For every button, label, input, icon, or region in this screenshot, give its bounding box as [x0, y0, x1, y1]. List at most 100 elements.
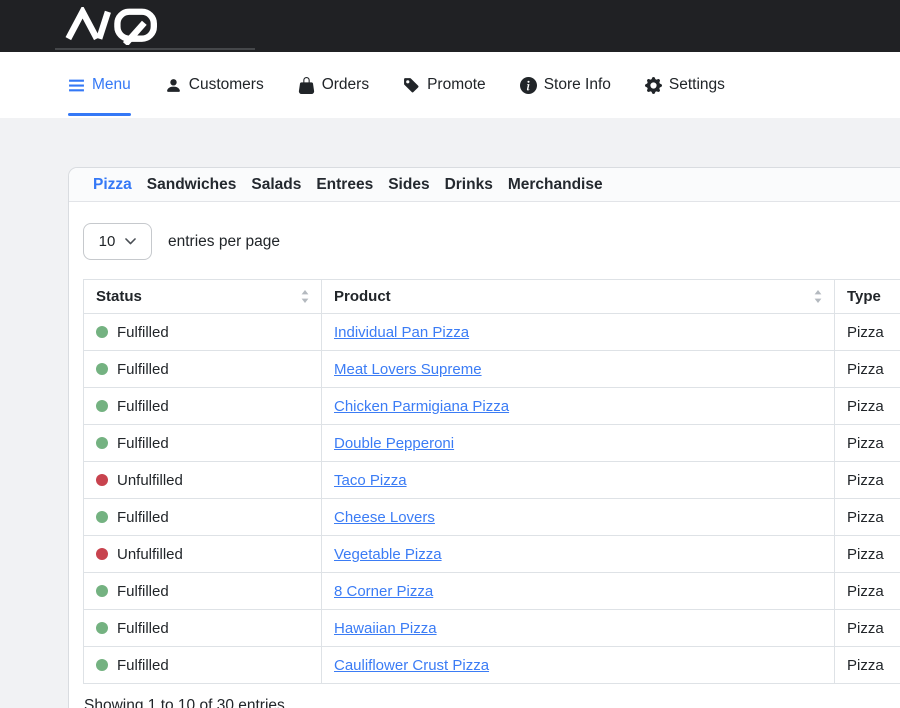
nav-item-settings[interactable]: Settings: [645, 52, 725, 118]
table-row: Fulfilled Cauliflower Crust Pizza Pizza: [84, 647, 900, 684]
tab-drinks[interactable]: Drinks: [445, 176, 493, 194]
type-cell: Pizza: [835, 314, 900, 351]
product-link[interactable]: Cheese Lovers: [334, 509, 435, 526]
status-dot: [96, 659, 108, 671]
product-link[interactable]: Double Pepperoni: [334, 435, 454, 452]
type-cell: Pizza: [835, 573, 900, 610]
gear-icon: [645, 77, 662, 94]
status-label: Fulfilled: [117, 583, 169, 600]
type-cell: Pizza: [835, 536, 900, 573]
column-label: Type: [847, 288, 881, 305]
status-dot: [96, 400, 108, 412]
status-label: Fulfilled: [117, 620, 169, 637]
table-row: Fulfilled Individual Pan Pizza Pizza: [84, 314, 900, 351]
person-icon: [165, 77, 182, 94]
table-row: Fulfilled Hawaiian Pizza Pizza: [84, 610, 900, 647]
tab-pizza[interactable]: Pizza: [93, 176, 132, 194]
product-link[interactable]: Individual Pan Pizza: [334, 324, 469, 341]
entries-summary: Showing 1 to 10 of 30 entries: [84, 697, 900, 708]
entries-per-page-row: 10 entries per page: [83, 223, 900, 260]
type-cell: Pizza: [835, 647, 900, 684]
sort-icon: [301, 290, 309, 303]
type-cell: Pizza: [835, 462, 900, 499]
nav-item-label: Menu: [92, 76, 131, 94]
tab-entrees[interactable]: Entrees: [316, 176, 373, 194]
nav-item-label: Store Info: [544, 76, 611, 94]
tab-salads[interactable]: Salads: [251, 176, 301, 194]
column-label: Status: [96, 288, 142, 305]
nav-item-label: Customers: [189, 76, 264, 94]
product-link[interactable]: Vegetable Pizza: [334, 546, 442, 563]
product-link[interactable]: Meat Lovers Supreme: [334, 361, 482, 378]
product-link[interactable]: Hawaiian Pizza: [334, 620, 437, 637]
status-dot: [96, 363, 108, 375]
page-size-value: 10: [99, 233, 116, 250]
products-table: Status Product Type: [83, 279, 900, 684]
status-label: Unfulfilled: [117, 546, 183, 563]
main-navbar: Menu Customers Orders Promote Store Info…: [0, 52, 900, 118]
top-bar: [0, 0, 900, 52]
column-label: Product: [334, 288, 391, 305]
chevron-down-icon: [125, 238, 136, 245]
product-link[interactable]: Chicken Parmigiana Pizza: [334, 398, 509, 415]
menu-card: Pizza Sandwiches Salads Entrees Sides Dr…: [68, 167, 900, 708]
info-icon: [520, 77, 537, 94]
status-dot: [96, 585, 108, 597]
logo-underline: [55, 48, 255, 50]
tab-sides[interactable]: Sides: [388, 176, 429, 194]
tab-merchandise[interactable]: Merchandise: [508, 176, 603, 194]
category-tab-bar: Pizza Sandwiches Salads Entrees Sides Dr…: [69, 168, 900, 202]
page-size-select[interactable]: 10: [83, 223, 152, 260]
status-dot: [96, 511, 108, 523]
table-row: Fulfilled 8 Corner Pizza Pizza: [84, 573, 900, 610]
table-row: Unfulfilled Vegetable Pizza Pizza: [84, 536, 900, 573]
column-header-type[interactable]: Type: [835, 280, 900, 314]
nav-item-store-info[interactable]: Store Info: [520, 52, 611, 118]
nav-item-label: Settings: [669, 76, 725, 94]
status-label: Fulfilled: [117, 435, 169, 452]
nav-item-label: Promote: [427, 76, 486, 94]
tab-sandwiches[interactable]: Sandwiches: [147, 176, 237, 194]
type-cell: Pizza: [835, 351, 900, 388]
sort-icon: [814, 290, 822, 303]
nav-item-menu[interactable]: Menu: [68, 52, 131, 118]
product-link[interactable]: 8 Corner Pizza: [334, 583, 433, 600]
menu-icon: [68, 77, 85, 94]
status-dot: [96, 548, 108, 560]
status-label: Fulfilled: [117, 398, 169, 415]
entries-per-page-label: entries per page: [168, 233, 280, 251]
table-row: Fulfilled Double Pepperoni Pizza: [84, 425, 900, 462]
type-cell: Pizza: [835, 425, 900, 462]
status-label: Fulfilled: [117, 509, 169, 526]
type-cell: Pizza: [835, 610, 900, 647]
status-dot: [96, 474, 108, 486]
nav-item-label: Orders: [322, 76, 369, 94]
card-body: 10 entries per page Status: [69, 202, 900, 708]
product-link[interactable]: Cauliflower Crust Pizza: [334, 657, 489, 674]
status-dot: [96, 326, 108, 338]
table-row: Fulfilled Meat Lovers Supreme Pizza: [84, 351, 900, 388]
status-label: Fulfilled: [117, 361, 169, 378]
table-header-row: Status Product Type: [84, 280, 900, 314]
status-label: Unfulfilled: [117, 472, 183, 489]
status-label: Fulfilled: [117, 657, 169, 674]
product-link[interactable]: Taco Pizza: [334, 472, 407, 489]
brand-logo-icon: [62, 7, 165, 45]
status-dot: [96, 437, 108, 449]
main-content: Pizza Sandwiches Salads Entrees Sides Dr…: [0, 118, 900, 708]
tag-icon: [403, 77, 420, 94]
table-row: Unfulfilled Taco Pizza Pizza: [84, 462, 900, 499]
table-row: Fulfilled Chicken Parmigiana Pizza Pizza: [84, 388, 900, 425]
type-cell: Pizza: [835, 388, 900, 425]
nav-item-promote[interactable]: Promote: [403, 52, 486, 118]
nav-item-customers[interactable]: Customers: [165, 52, 264, 118]
status-label: Fulfilled: [117, 324, 169, 341]
bag-icon: [298, 77, 315, 94]
status-dot: [96, 622, 108, 634]
type-cell: Pizza: [835, 499, 900, 536]
column-header-status[interactable]: Status: [84, 280, 322, 314]
column-header-product[interactable]: Product: [322, 280, 835, 314]
active-nav-underline: [68, 113, 131, 116]
table-row: Fulfilled Cheese Lovers Pizza: [84, 499, 900, 536]
nav-item-orders[interactable]: Orders: [298, 52, 369, 118]
